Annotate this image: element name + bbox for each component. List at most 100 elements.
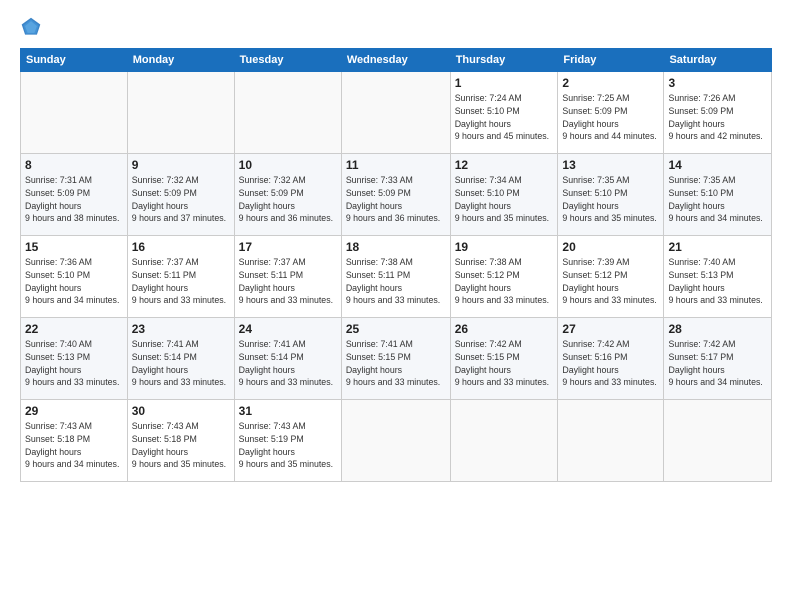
day-number: 1 <box>455 76 554 90</box>
calendar-cell: 29 Sunrise: 7:43 AM Sunset: 5:18 PM Dayl… <box>21 400 128 482</box>
day-number: 25 <box>346 322 446 336</box>
logo <box>20 16 46 38</box>
calendar-cell: 19 Sunrise: 7:38 AM Sunset: 5:12 PM Dayl… <box>450 236 558 318</box>
calendar-header-row: SundayMondayTuesdayWednesdayThursdayFrid… <box>21 49 772 72</box>
col-header-friday: Friday <box>558 49 664 72</box>
col-header-tuesday: Tuesday <box>234 49 341 72</box>
day-info: Sunrise: 7:42 AM Sunset: 5:16 PM Dayligh… <box>562 338 659 389</box>
day-info: Sunrise: 7:33 AM Sunset: 5:09 PM Dayligh… <box>346 174 446 225</box>
day-number: 16 <box>132 240 230 254</box>
calendar-cell <box>664 400 772 482</box>
day-info: Sunrise: 7:26 AM Sunset: 5:09 PM Dayligh… <box>668 92 767 143</box>
day-info: Sunrise: 7:32 AM Sunset: 5:09 PM Dayligh… <box>239 174 337 225</box>
calendar-cell <box>341 400 450 482</box>
day-number: 19 <box>455 240 554 254</box>
col-header-saturday: Saturday <box>664 49 772 72</box>
week-row-3: 15 Sunrise: 7:36 AM Sunset: 5:10 PM Dayl… <box>21 236 772 318</box>
calendar-cell: 20 Sunrise: 7:39 AM Sunset: 5:12 PM Dayl… <box>558 236 664 318</box>
header <box>20 16 772 38</box>
day-info: Sunrise: 7:41 AM Sunset: 5:15 PM Dayligh… <box>346 338 446 389</box>
day-info: Sunrise: 7:43 AM Sunset: 5:19 PM Dayligh… <box>239 420 337 471</box>
calendar-cell: 8 Sunrise: 7:31 AM Sunset: 5:09 PM Dayli… <box>21 154 128 236</box>
calendar-cell: 11 Sunrise: 7:33 AM Sunset: 5:09 PM Dayl… <box>341 154 450 236</box>
day-info: Sunrise: 7:37 AM Sunset: 5:11 PM Dayligh… <box>132 256 230 307</box>
day-number: 17 <box>239 240 337 254</box>
calendar-cell: 26 Sunrise: 7:42 AM Sunset: 5:15 PM Dayl… <box>450 318 558 400</box>
calendar-cell <box>21 72 128 154</box>
day-info: Sunrise: 7:40 AM Sunset: 5:13 PM Dayligh… <box>668 256 767 307</box>
day-info: Sunrise: 7:42 AM Sunset: 5:15 PM Dayligh… <box>455 338 554 389</box>
day-info: Sunrise: 7:38 AM Sunset: 5:11 PM Dayligh… <box>346 256 446 307</box>
day-number: 3 <box>668 76 767 90</box>
day-info: Sunrise: 7:40 AM Sunset: 5:13 PM Dayligh… <box>25 338 123 389</box>
calendar-cell <box>127 72 234 154</box>
calendar-cell: 27 Sunrise: 7:42 AM Sunset: 5:16 PM Dayl… <box>558 318 664 400</box>
day-info: Sunrise: 7:41 AM Sunset: 5:14 PM Dayligh… <box>239 338 337 389</box>
day-number: 31 <box>239 404 337 418</box>
calendar-cell: 15 Sunrise: 7:36 AM Sunset: 5:10 PM Dayl… <box>21 236 128 318</box>
day-number: 15 <box>25 240 123 254</box>
col-header-monday: Monday <box>127 49 234 72</box>
calendar-cell: 16 Sunrise: 7:37 AM Sunset: 5:11 PM Dayl… <box>127 236 234 318</box>
day-number: 28 <box>668 322 767 336</box>
day-number: 24 <box>239 322 337 336</box>
day-info: Sunrise: 7:36 AM Sunset: 5:10 PM Dayligh… <box>25 256 123 307</box>
day-info: Sunrise: 7:43 AM Sunset: 5:18 PM Dayligh… <box>132 420 230 471</box>
calendar-cell: 14 Sunrise: 7:35 AM Sunset: 5:10 PM Dayl… <box>664 154 772 236</box>
day-number: 9 <box>132 158 230 172</box>
calendar-cell: 2 Sunrise: 7:25 AM Sunset: 5:09 PM Dayli… <box>558 72 664 154</box>
day-number: 20 <box>562 240 659 254</box>
day-number: 2 <box>562 76 659 90</box>
day-number: 27 <box>562 322 659 336</box>
calendar-cell: 28 Sunrise: 7:42 AM Sunset: 5:17 PM Dayl… <box>664 318 772 400</box>
calendar-cell: 23 Sunrise: 7:41 AM Sunset: 5:14 PM Dayl… <box>127 318 234 400</box>
calendar-cell: 18 Sunrise: 7:38 AM Sunset: 5:11 PM Dayl… <box>341 236 450 318</box>
day-number: 22 <box>25 322 123 336</box>
day-number: 21 <box>668 240 767 254</box>
day-number: 29 <box>25 404 123 418</box>
col-header-wednesday: Wednesday <box>341 49 450 72</box>
day-info: Sunrise: 7:35 AM Sunset: 5:10 PM Dayligh… <box>562 174 659 225</box>
calendar-cell: 21 Sunrise: 7:40 AM Sunset: 5:13 PM Dayl… <box>664 236 772 318</box>
day-info: Sunrise: 7:43 AM Sunset: 5:18 PM Dayligh… <box>25 420 123 471</box>
week-row-4: 22 Sunrise: 7:40 AM Sunset: 5:13 PM Dayl… <box>21 318 772 400</box>
day-info: Sunrise: 7:35 AM Sunset: 5:10 PM Dayligh… <box>668 174 767 225</box>
day-number: 18 <box>346 240 446 254</box>
col-header-sunday: Sunday <box>21 49 128 72</box>
calendar-cell <box>234 72 341 154</box>
day-info: Sunrise: 7:24 AM Sunset: 5:10 PM Dayligh… <box>455 92 554 143</box>
calendar-cell: 22 Sunrise: 7:40 AM Sunset: 5:13 PM Dayl… <box>21 318 128 400</box>
calendar-cell <box>341 72 450 154</box>
logo-icon <box>20 16 42 38</box>
day-info: Sunrise: 7:34 AM Sunset: 5:10 PM Dayligh… <box>455 174 554 225</box>
calendar-cell: 1 Sunrise: 7:24 AM Sunset: 5:10 PM Dayli… <box>450 72 558 154</box>
calendar-cell: 12 Sunrise: 7:34 AM Sunset: 5:10 PM Dayl… <box>450 154 558 236</box>
calendar-cell <box>558 400 664 482</box>
calendar-cell: 25 Sunrise: 7:41 AM Sunset: 5:15 PM Dayl… <box>341 318 450 400</box>
day-number: 11 <box>346 158 446 172</box>
day-number: 10 <box>239 158 337 172</box>
day-info: Sunrise: 7:41 AM Sunset: 5:14 PM Dayligh… <box>132 338 230 389</box>
day-info: Sunrise: 7:32 AM Sunset: 5:09 PM Dayligh… <box>132 174 230 225</box>
day-number: 8 <box>25 158 123 172</box>
calendar-table: SundayMondayTuesdayWednesdayThursdayFrid… <box>20 48 772 482</box>
day-number: 26 <box>455 322 554 336</box>
day-number: 30 <box>132 404 230 418</box>
week-row-5: 29 Sunrise: 7:43 AM Sunset: 5:18 PM Dayl… <box>21 400 772 482</box>
day-number: 23 <box>132 322 230 336</box>
day-info: Sunrise: 7:38 AM Sunset: 5:12 PM Dayligh… <box>455 256 554 307</box>
calendar-cell: 13 Sunrise: 7:35 AM Sunset: 5:10 PM Dayl… <box>558 154 664 236</box>
day-number: 13 <box>562 158 659 172</box>
day-info: Sunrise: 7:39 AM Sunset: 5:12 PM Dayligh… <box>562 256 659 307</box>
week-row-1: 1 Sunrise: 7:24 AM Sunset: 5:10 PM Dayli… <box>21 72 772 154</box>
calendar-cell: 9 Sunrise: 7:32 AM Sunset: 5:09 PM Dayli… <box>127 154 234 236</box>
calendar-cell: 3 Sunrise: 7:26 AM Sunset: 5:09 PM Dayli… <box>664 72 772 154</box>
calendar-cell: 17 Sunrise: 7:37 AM Sunset: 5:11 PM Dayl… <box>234 236 341 318</box>
calendar-cell: 10 Sunrise: 7:32 AM Sunset: 5:09 PM Dayl… <box>234 154 341 236</box>
day-info: Sunrise: 7:31 AM Sunset: 5:09 PM Dayligh… <box>25 174 123 225</box>
calendar-cell: 30 Sunrise: 7:43 AM Sunset: 5:18 PM Dayl… <box>127 400 234 482</box>
calendar-cell <box>450 400 558 482</box>
day-number: 14 <box>668 158 767 172</box>
day-number: 12 <box>455 158 554 172</box>
day-info: Sunrise: 7:25 AM Sunset: 5:09 PM Dayligh… <box>562 92 659 143</box>
